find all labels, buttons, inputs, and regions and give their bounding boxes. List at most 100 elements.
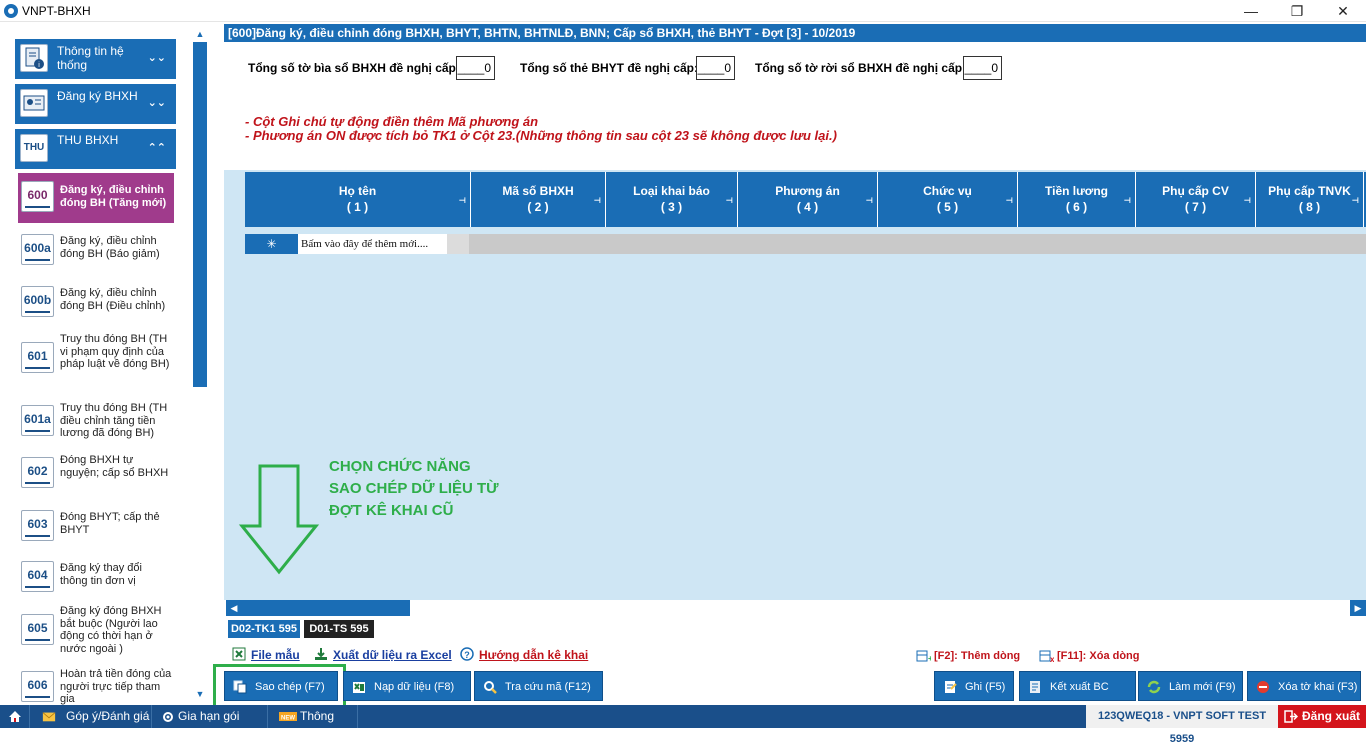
sidebar-item-600b[interactable]: 600b Đăng ký, điều chỉnh đóng BH (Điều c… [18,282,174,330]
count-label-the-bhyt: Tổng số thẻ BHYT đề nghị cấp: [520,61,698,75]
sidebar-item-603[interactable]: 603 Đóng BHYT; cấp thẻ BHYT [18,506,174,550]
note-line: - Phương án ON được tích bỏ TK1 ở Cột 23… [245,128,837,143]
ket-xuat-bc-button[interactable]: Kết xuất BC [1019,671,1136,701]
logout-button[interactable]: Đăng xuất [1278,705,1366,728]
form-title: [600]Đăng ký, điều chỉnh đóng BHXH, BHYT… [224,24,1366,42]
sidebar-section-thu-bhxh[interactable]: THU THU BHXH ⌃⌃ [15,129,176,169]
column-phu-cap-tnvk[interactable]: Phụ cấp TNVK( 8 ) ⊣ [1256,172,1364,227]
sidebar-item-600a[interactable]: 600a Đăng ký, điều chỉnh đóng BH (Báo gi… [18,230,174,278]
form-code-badge: 600a [21,234,54,265]
sidebar-item-604[interactable]: 604 Đăng ký thay đổi thông tin đơn vị [18,557,174,601]
huong-dan-link[interactable]: ? Hướng dẫn kê khai [460,647,588,662]
scroll-right-icon[interactable]: ▶ [1350,600,1366,616]
new-row-cell[interactable] [447,234,469,254]
column-phuong-an[interactable]: Phương án( 4 ) ⊣ [738,172,878,227]
refresh-icon [1147,680,1161,694]
sidebar-item-label: Đăng ký, điều chỉnh đóng BH (Báo giảm) [60,235,160,260]
form-code-badge: 601a [21,405,54,436]
count-input-the-bhyt[interactable]: ____0 [696,56,735,80]
column-ma-so-bhxh[interactable]: Mã số BHXH( 2 ) ⊣ [471,172,606,227]
help-icon: ? [460,647,474,661]
data-grid[interactable]: Họ tên( 1 ) ⊣ Mã số BHXH( 2 ) ⊣ Loại khai … [224,170,1366,600]
sidebar-item-606[interactable]: 606 Hoàn trả tiền đóng của người trực ti… [18,663,174,705]
thong-bao-button[interactable]: NEW Thông báo [274,705,358,746]
minimize-button[interactable]: — [1228,0,1274,22]
id-card-icon [20,89,48,117]
sidebar-item-605[interactable]: 605 Đăng ký đóng BHXH bắt buộc (Người la… [18,600,174,664]
column-phu-cap-cv[interactable]: Phụ cấp CV( 7 ) ⊣ [1136,172,1256,227]
new-row-placeholder[interactable]: Bấm vào đây để thêm mới.... [298,234,447,254]
delete-row-icon: x [1039,650,1054,663]
main-panel: [600]Đăng ký, điều chỉnh đóng BHXH, BHYT… [213,22,1366,708]
grid-horizontal-scrollbar[interactable]: ◀ ▶ [224,600,1366,616]
annotation-text: CHỌN CHỨC NĂNG SAO CHÉP DỮ LIỆU TỪ ĐỢT K… [329,458,499,519]
close-button[interactable]: ✕ [1320,0,1366,22]
tab-d02-tk1[interactable]: D02-TK1 595 [228,620,300,638]
column-loai-khai-bao[interactable]: Loại khai báo( 3 ) ⊣ [606,172,738,227]
sidebar-item-600[interactable]: 600 Đăng ký, điều chỉnh đóng BH (Tăng mớ… [18,173,174,223]
column-ho-ten[interactable]: Họ tên( 1 ) ⊣ [245,172,471,227]
search-icon [484,681,497,694]
new-row[interactable]: ✳ Bấm vào đây để thêm mới.... [245,234,1366,254]
gia-han-button[interactable]: Gia hạn gói cước [156,705,268,746]
scroll-left-icon[interactable]: ◀ [226,600,242,616]
xuat-excel-link[interactable]: Xuất dữ liệu ra Excel [314,648,452,662]
taskbar: Góp ý/Đánh giá Gia hạn gói cước NEW Thôn… [0,705,1366,746]
ghi-button[interactable]: Ghi (F5) [934,671,1014,701]
gop-y-button[interactable]: Góp ý/Đánh giá [34,705,152,728]
home-button[interactable] [0,705,30,728]
save-icon [945,681,957,693]
form-code-badge: 600b [21,286,54,317]
account-status: 123QWEQ18 - VNPT SOFT TEST 5959 [1086,705,1278,745]
logout-icon [1284,710,1298,723]
count-input-to-roi[interactable]: ____0 [963,56,1002,80]
copy-icon [233,680,247,694]
pin-icon: ⊣ [458,196,466,205]
svg-text:x: x [1050,655,1054,663]
form-code-badge: 605 [21,614,54,645]
count-input-bia-so[interactable]: ____0 [456,56,495,80]
scroll-down-icon[interactable]: ▼ [191,688,209,700]
column-chuc-vu[interactable]: Chức vụ( 5 ) ⊣ [878,172,1018,227]
form-code-badge: 602 [21,457,54,488]
sidebar-item-602[interactable]: 602 Đóng BHXH tự nguyện; cấp sổ BHXH [18,449,174,501]
lam-moi-button[interactable]: Làm mới (F9) [1138,671,1243,701]
sidebar-section-thong-tin[interactable]: i Thông tin hệ thống ⌄⌄ [15,39,176,79]
report-icon [1030,681,1040,693]
tab-d01-ts[interactable]: D01-TS 595 [304,620,374,638]
info-document-icon: i [20,44,48,72]
form-code-badge: 603 [21,510,54,541]
maximize-button[interactable]: ❐ [1274,0,1320,22]
chevron-up-icon: ⌃⌃ [147,142,166,154]
down-arrow-icon [238,464,320,575]
sidebar-section-dang-ky[interactable]: Đăng ký BHXH ⌄⌄ [15,84,176,124]
pin-icon: ⊣ [725,196,733,205]
tra-cuu-ma-button[interactable]: Tra cứu mã (F12) [474,671,603,701]
sidebar-item-label: Đóng BHXH tự nguyện; cấp sổ BHXH [60,454,169,479]
form-code-badge: 606 [21,671,54,702]
chevron-down-icon: ⌄⌄ [147,52,166,64]
nap-du-lieu-button[interactable]: Nạp dữ liệu (F8) [343,671,471,701]
sidebar-item-label: Đóng BHYT; cấp thẻ BHYT [60,511,160,536]
gear-icon [163,712,173,722]
form-code-badge: 601 [21,342,54,373]
scroll-thumb[interactable] [193,42,207,387]
form-code-badge: 600 [21,181,54,212]
note-line: - Cột Ghi chú tự động điền thêm Mã phươn… [245,114,539,129]
scroll-up-icon[interactable]: ▲ [191,28,209,40]
sidebar-section-label: Đăng ký BHXH [57,89,138,103]
xoa-to-khai-button[interactable]: Xóa tờ khai (F3) [1247,671,1361,701]
sidebar-item-601[interactable]: 601 Truy thu đóng BH (TH vi phạm quy địn… [18,328,174,392]
sidebar-scrollbar[interactable]: ▲ ▼ [191,28,209,700]
column-tien-luong[interactable]: Tiền lương( 6 ) ⊣ [1018,172,1136,227]
sidebar-item-label: Đăng ký, điều chỉnh đóng BH (Điều chỉnh) [60,287,166,312]
file-mau-link[interactable]: File mẫu [232,647,300,662]
scroll-thumb[interactable] [242,600,410,616]
sao-chep-button[interactable]: Sao chép (F7) [224,671,338,701]
sidebar-item-601a[interactable]: 601a Truy thu đóng BH (TH điều chỉnh tăn… [18,397,174,449]
new-badge-icon: NEW [279,712,297,722]
sidebar-item-label: Đăng ký, điều chỉnh đóng BH (Tăng mới) [60,184,167,209]
add-row-icon: + [916,650,931,663]
pin-icon: ⊣ [1123,196,1131,205]
count-label-to-roi: Tổng số tờ rời sổ BHXH đề nghị cấp: [755,61,967,75]
